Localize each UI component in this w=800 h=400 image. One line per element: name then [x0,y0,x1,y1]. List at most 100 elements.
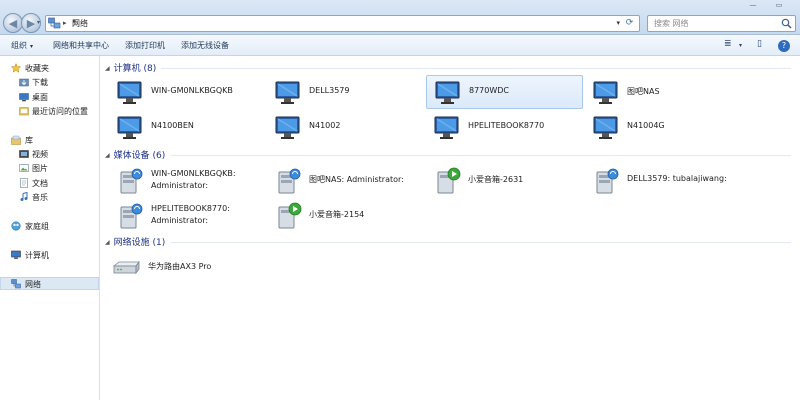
computer-tile[interactable]: 图吧NAS [585,76,741,110]
computer-tile[interactable]: DELL3579 [267,76,423,110]
change-view-icon[interactable]: ≣ [724,39,732,49]
computer-tile[interactable]: WIN-GM0NLKBGQKB [109,76,265,110]
nav-computer[interactable]: 计算机 [0,249,99,262]
nav-pictures-label: 图片 [32,164,48,173]
media-device-tile[interactable]: 小爱音箱-2631 [426,164,582,198]
media-device-user: Administrator: [151,216,209,225]
nav-homegroup-label: 家庭组 [25,222,49,231]
star-icon [11,63,21,73]
computer-icon [11,250,21,260]
media-device-name: HPELITEBOOK8770: [151,204,230,213]
add-printer-button[interactable]: 添加打印机 [125,40,165,51]
router-name: 华为路由AX3 Pro [148,262,212,271]
media-device-tile[interactable]: 图吧NAS: Administrator: [267,164,423,198]
network-icon [11,279,21,289]
breadcrumb-separator-end[interactable]: ▸ [73,17,77,25]
nav-pictures[interactable]: 图片 [0,162,99,175]
nav-downloads[interactable]: 下载 [0,76,99,89]
router-tile[interactable]: 华为路由AX3 Pro [106,251,262,285]
nav-favorites[interactable]: 收藏夹 [0,62,99,75]
minimize-button[interactable]: — [740,0,766,12]
pictures-icon [19,163,29,173]
media-server-icon [591,166,621,196]
homegroup-icon [11,221,21,231]
computer-icon [115,113,145,143]
nav-recent-places[interactable]: 最近访问的位置 [0,105,99,118]
computer-name: N4100BEN [151,121,194,130]
computer-name: 图吧NAS [627,87,660,96]
nav-videos[interactable]: 视频 [0,148,99,161]
computer-name: DELL3579 [309,86,350,95]
command-bar: 组织 ▾ 网络和共享中心 添加打印机 添加无线设备 ≣ ▾ ▯ ? [0,35,800,56]
view-options-chevron-icon[interactable]: ▾ [739,42,742,49]
videos-icon [19,149,29,159]
recent-pages-button[interactable]: ▾ [37,19,40,26]
address-dropdown-button[interactable]: ▾ [616,19,620,27]
library-icon [11,135,21,145]
preview-pane-icon[interactable]: ▯ [757,39,762,49]
refresh-icon[interactable]: ⟳ [622,17,637,30]
group-header-network-infrastructure[interactable]: ◢ 网络设施 (1) [105,235,165,249]
nav-documents[interactable]: 文档 [0,177,99,190]
nav-documents-label: 文档 [32,179,48,188]
media-device-tile[interactable]: DELL3579: tubalajiwang: [585,164,785,198]
router-icon [112,253,142,283]
computer-icon [591,113,621,143]
group-header-media-devices[interactable]: ◢ 媒体设备 (6) [105,148,165,162]
media-device-user: Administrator: [151,181,209,190]
nav-desktop[interactable]: 桌面 [0,91,99,104]
back-arrow-icon: ◀ [8,16,18,30]
documents-icon [19,178,29,188]
back-button[interactable]: ◀ [3,13,23,33]
nav-computer-label: 计算机 [25,251,49,260]
network-sharing-center-button[interactable]: 网络和共享中心 [53,40,109,51]
organize-menu[interactable]: 组织 ▾ [11,40,33,51]
collapse-chevron-icon: ◢ [105,239,110,246]
computer-name: HPELITEBOOK8770 [468,121,545,130]
media-player-icon [432,166,462,196]
group-header-computers[interactable]: ◢ 计算机 (8) [105,61,156,75]
media-player-icon [273,201,303,231]
computer-icon [115,78,145,108]
nav-downloads-label: 下载 [32,78,48,87]
nav-libraries[interactable]: 库 [0,134,99,147]
media-device-name: 图吧NAS: Administrator: [309,175,404,184]
computer-tile-selected[interactable]: 8770WDC [426,75,583,109]
organize-label: 组织 [11,41,27,50]
navigation-pane: 收藏夹 下载 桌面 最近访问的位置 库 视频 图片 文档 音乐 家庭组 计算机 … [0,56,100,400]
maximize-button[interactable]: ▭ [766,0,792,12]
computer-icon [432,113,462,143]
media-server-icon [273,166,303,196]
add-wireless-device-button[interactable]: 添加无线设备 [181,40,229,51]
group-divider [171,242,791,243]
group-title-network-infrastructure: 网络设施 (1) [113,238,166,248]
computer-tile[interactable]: HPELITEBOOK8770 [426,111,582,145]
nav-music-label: 音乐 [32,193,48,202]
computer-tile[interactable]: N41002 [267,111,423,145]
nav-desktop-label: 桌面 [32,93,48,102]
computer-tile[interactable]: N4100BEN [109,111,265,145]
downloads-folder-icon [19,77,29,87]
nav-homegroup[interactable]: 家庭组 [0,220,99,233]
computer-tile[interactable]: N41004G [585,111,741,145]
media-server-icon [115,166,145,196]
desktop-icon [19,92,29,102]
nav-network-label: 网络 [25,280,41,289]
computer-name: WIN-GM0NLKBGQKB [151,86,233,95]
nav-music[interactable]: 音乐 [0,191,99,204]
media-device-tile[interactable]: WIN-GM0NLKBGQKB: Administrator: [109,164,265,198]
media-device-tile[interactable]: HPELITEBOOK8770: Administrator: [109,199,265,233]
media-device-tile[interactable]: 小爱音箱-2154 [267,199,423,233]
search-input[interactable]: 搜索 网络 [647,15,796,32]
address-bar[interactable]: ▸ 网络 ▾ ⟳ [45,15,640,32]
media-device-name: 小爱音箱-2154 [309,210,365,219]
breadcrumb-separator[interactable]: ▸ [63,19,67,27]
nav-network[interactable]: 网络 [0,277,99,290]
file-list-area: ◢ 计算机 (8) WIN-GM0NLKBGQKB DELL3579 8770WD… [101,56,800,400]
search-placeholder: 搜索 网络 [654,19,689,28]
media-server-icon [115,201,145,231]
help-icon[interactable]: ? [778,40,790,52]
collapse-chevron-icon: ◢ [105,152,110,159]
search-icon[interactable] [781,18,792,29]
music-icon [19,192,29,202]
